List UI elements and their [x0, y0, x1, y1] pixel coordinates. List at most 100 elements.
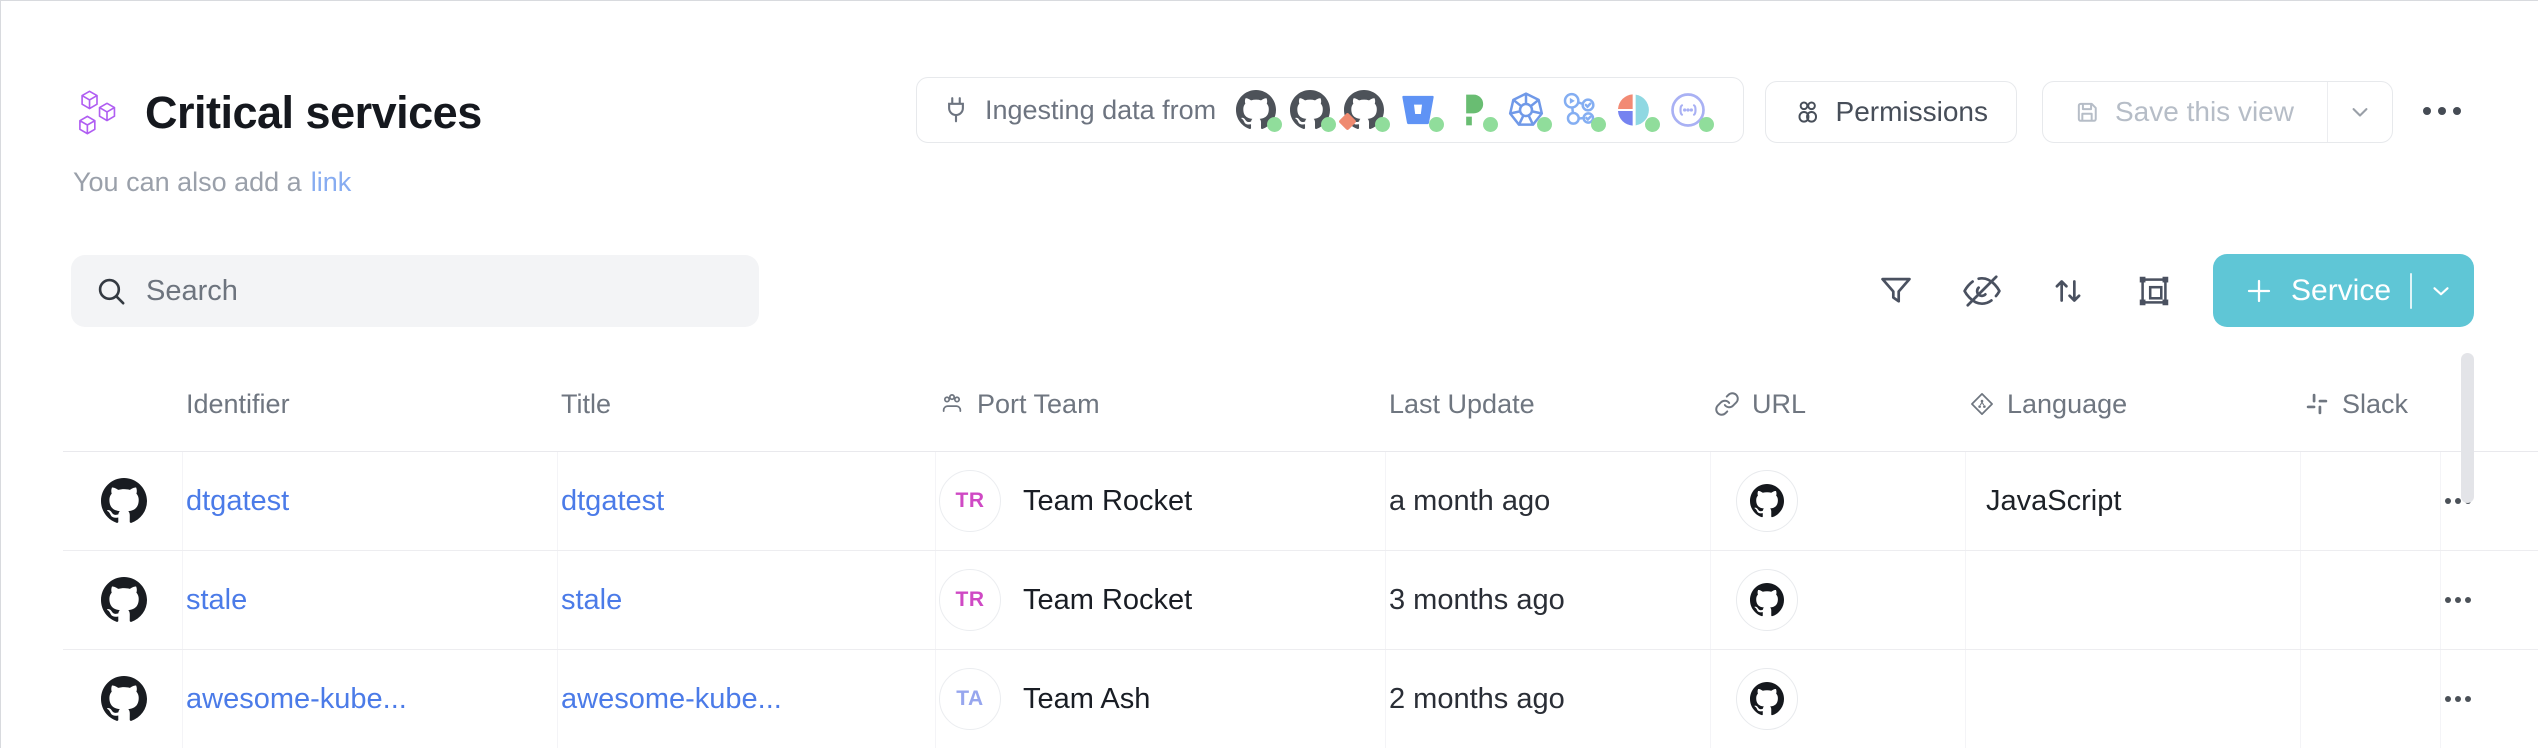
table-row: stale stale TR Team Rocket 3 months ago: [63, 551, 2538, 650]
source-cell: [63, 452, 183, 550]
hide-properties-icon[interactable]: [1963, 272, 2001, 310]
plug-icon: [941, 95, 971, 125]
bitbucket-icon: [1398, 90, 1438, 130]
search-bar[interactable]: [71, 255, 759, 327]
header-actions: [2441, 357, 2538, 451]
table-row: awesome-kube... awesome-kube... TA Team …: [63, 650, 2538, 748]
url-github-link[interactable]: [1736, 668, 1798, 730]
property-diamond-icon: [1969, 391, 1995, 417]
table-row: dtgatest dtgatest TR Team Rocket a month…: [63, 452, 2538, 551]
dynatrace-icon: [1614, 90, 1654, 130]
chevron-down-icon[interactable]: [2428, 278, 2454, 304]
group-by-icon[interactable]: [2135, 272, 2173, 310]
catalog-page: Critical services You can also add a lin…: [0, 0, 2538, 748]
github-icon: [1750, 682, 1784, 716]
team-name: Team Ash: [1023, 683, 1150, 716]
page-title: Critical services: [145, 87, 482, 139]
identifier-link[interactable]: awesome-kube...: [186, 683, 407, 716]
services-table: Identifier Title Port Team Last Update: [63, 357, 2538, 748]
search-input[interactable]: [144, 274, 735, 309]
header-language[interactable]: Language: [1966, 357, 2301, 451]
identifier-link[interactable]: dtgatest: [186, 485, 289, 518]
status-dot: [1645, 117, 1660, 132]
url-github-link[interactable]: [1736, 569, 1798, 631]
github-badge-icon: [1344, 90, 1384, 130]
status-dot: [1321, 117, 1336, 132]
webhook-icon: [1668, 90, 1708, 130]
team-avatar: TR: [939, 569, 1001, 631]
team-avatar: TA: [939, 668, 1001, 730]
header-title[interactable]: Title: [558, 357, 936, 451]
link-icon: [1714, 391, 1740, 417]
language-cell: [1966, 551, 2301, 649]
url-github-link[interactable]: [1736, 470, 1798, 532]
button-divider: [2327, 82, 2329, 142]
header-last-update[interactable]: Last Update: [1386, 357, 1711, 451]
title-link[interactable]: awesome-kube...: [561, 683, 782, 716]
button-divider: [2410, 273, 2412, 309]
github-icon: [101, 478, 147, 524]
slack-cell: [2301, 551, 2441, 649]
header-url[interactable]: URL: [1711, 357, 1966, 451]
source-cell: [63, 650, 183, 748]
header-source: [63, 357, 183, 451]
subtitle: You can also add a link: [73, 167, 351, 198]
row-menu-button[interactable]: [2445, 696, 2471, 702]
users-icon: [1794, 97, 1822, 127]
github-icon: [101, 676, 147, 722]
status-dot: [1267, 117, 1282, 132]
blueprint-cubes-icon: [71, 89, 119, 137]
slack-cell: [2301, 650, 2441, 748]
add-service-label: Service: [2291, 274, 2391, 308]
status-dot: [1537, 117, 1552, 132]
last-update-cell: 3 months ago: [1386, 551, 1711, 649]
github-icon: [1750, 484, 1784, 518]
github-icon: [1236, 90, 1276, 130]
permissions-label: Permissions: [1836, 96, 1988, 128]
slack-cell: [2301, 452, 2441, 550]
table-header-row: Identifier Title Port Team Last Update: [63, 357, 2538, 452]
status-dot: [1699, 117, 1714, 132]
team-name: Team Rocket: [1023, 485, 1192, 518]
status-dot: [1483, 117, 1498, 132]
chevron-down-icon[interactable]: [2346, 98, 2374, 126]
search-icon: [95, 275, 128, 308]
save-view-label: Save this view: [2115, 96, 2294, 128]
language-cell: [1966, 650, 2301, 748]
add-link[interactable]: link: [311, 167, 352, 198]
status-dot: [1591, 117, 1606, 132]
save-icon: [2073, 98, 2101, 126]
filter-icon[interactable]: [1877, 272, 1915, 310]
github-icon: [1750, 583, 1784, 617]
more-menu-button[interactable]: [2423, 107, 2461, 115]
github-icon: [101, 577, 147, 623]
ingesting-data-pill[interactable]: Ingesting data from: [916, 77, 1744, 143]
github-icon: [1290, 90, 1330, 130]
last-update-cell: a month ago: [1386, 452, 1711, 550]
title-link[interactable]: dtgatest: [561, 485, 664, 518]
last-update-cell: 2 months ago: [1386, 650, 1711, 748]
row-menu-button[interactable]: [2445, 597, 2471, 603]
add-service-button[interactable]: Service: [2213, 254, 2474, 327]
title-link[interactable]: stale: [561, 584, 622, 617]
vertical-scrollbar[interactable]: [2461, 353, 2474, 503]
sort-icon[interactable]: [2049, 272, 2087, 310]
kubernetes-icon: [1506, 90, 1546, 130]
team-icon: [939, 391, 965, 417]
workflow-icon: [1560, 90, 1600, 130]
pagerduty-icon: [1452, 90, 1492, 130]
plus-icon: [2243, 275, 2275, 307]
source-cell: [63, 551, 183, 649]
save-view-button[interactable]: Save this view: [2042, 81, 2393, 143]
permissions-button[interactable]: Permissions: [1765, 81, 2017, 143]
subtitle-text: You can also add a: [73, 167, 302, 198]
header-slack[interactable]: Slack: [2301, 357, 2441, 451]
header-team[interactable]: Port Team: [936, 357, 1386, 451]
header-identifier[interactable]: Identifier: [183, 357, 558, 451]
team-avatar: TR: [939, 470, 1001, 532]
slack-icon: [2304, 391, 2330, 417]
status-dot: [1429, 117, 1444, 132]
identifier-link[interactable]: stale: [186, 584, 247, 617]
language-cell: JavaScript: [1966, 452, 2301, 550]
status-dot: [1375, 117, 1390, 132]
